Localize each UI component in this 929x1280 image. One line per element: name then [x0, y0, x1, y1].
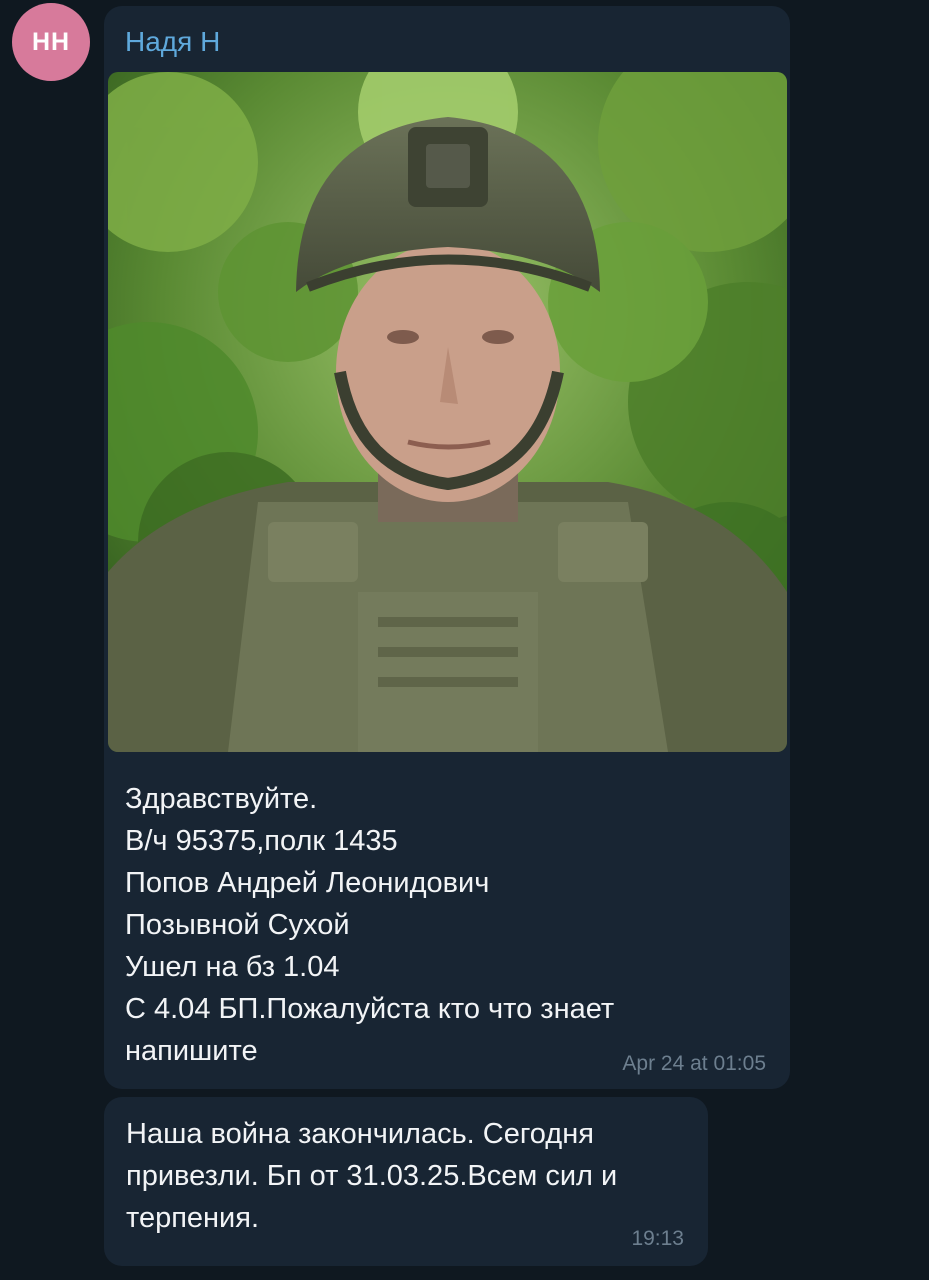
- message-photo[interactable]: [108, 72, 787, 752]
- sender-avatar[interactable]: НН: [12, 3, 90, 81]
- message-line: Здравствуйте.: [125, 783, 318, 815]
- message-line: терпения.: [126, 1202, 260, 1234]
- message-line: В/ч 95375,полк 1435: [125, 825, 398, 857]
- message-line: привезли. Бп от 31.03.25.Всем сил и: [126, 1160, 618, 1192]
- sender-name[interactable]: Надя Н: [125, 26, 220, 58]
- message-line: Позывной Сухой: [125, 909, 350, 941]
- soldier-photo-illustration: [108, 72, 787, 752]
- message-timestamp: 19:13: [631, 1227, 684, 1250]
- message-timestamp: Apr 24 at 01:05: [622, 1052, 766, 1075]
- message-text: Наша война закончилась. Сегодня привезли…: [126, 1113, 696, 1239]
- avatar-initials: НН: [31, 27, 71, 56]
- message-bubble-photo[interactable]: Надя Н Здравствуйте. В/ч 95375,полк 1435…: [104, 6, 790, 1089]
- message-line: Попов Андрей Леонидович: [125, 867, 490, 899]
- message-bubble-text[interactable]: Наша война закончилась. Сегодня привезли…: [104, 1097, 708, 1266]
- message-text: Здравствуйте. В/ч 95375,полк 1435 Попов …: [125, 778, 765, 1072]
- message-line: Ушел на бз 1.04: [125, 951, 340, 983]
- message-line: С 4.04 БП.Пожалуйста кто что знает: [125, 993, 615, 1025]
- message-line: Наша война закончилась. Сегодня: [126, 1118, 594, 1150]
